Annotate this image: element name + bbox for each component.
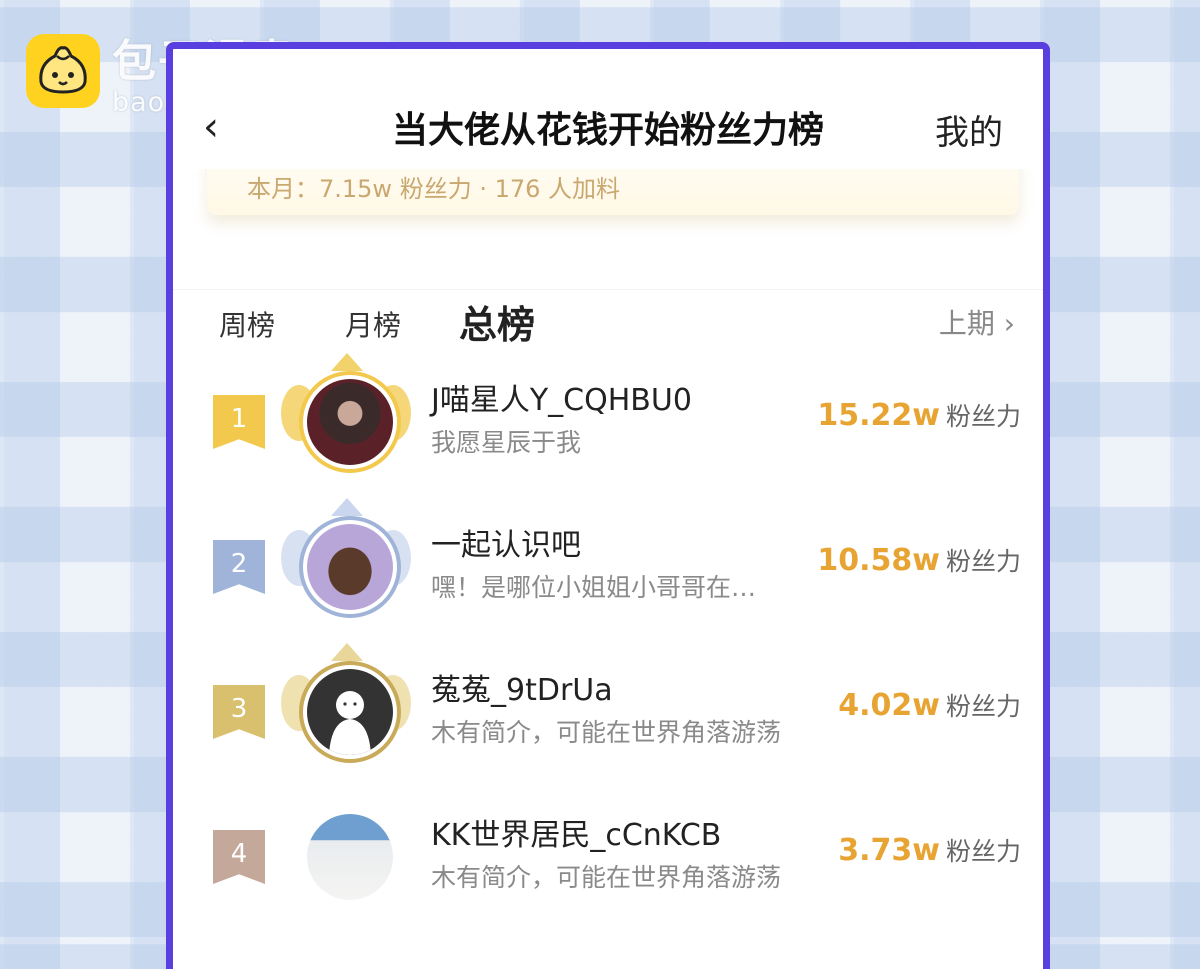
previous-period-link[interactable]: 上期 › — [939, 302, 1015, 342]
crown-icon — [331, 643, 363, 661]
rank-badge: 4 — [213, 830, 265, 884]
ghost-avatar-icon — [329, 691, 371, 755]
fan-score-unit: 粉丝力 — [945, 837, 1021, 866]
list-item[interactable]: 4 KK世界居民_cCnKCB 木有简介，可能在世界角落游荡 3.73w 粉丝力 — [173, 802, 1043, 942]
fan-score-unit: 粉丝力 — [945, 547, 1021, 576]
avatar-image — [307, 669, 393, 755]
username: 一起认识吧 — [431, 528, 581, 563]
avatar-image — [307, 524, 393, 610]
username: KK世界居民_cCnKCB — [431, 818, 722, 853]
username: 菟菟_9tDrUa — [431, 673, 613, 708]
crown-icon — [331, 498, 363, 516]
fan-score-value: 10.58w — [817, 543, 940, 578]
fan-score: 10.58w 粉丝力 — [817, 542, 1021, 578]
user-bio: 木有简介，可能在世界角落游荡 — [431, 863, 782, 892]
list-item[interactable]: 3 菟菟_9tDrUa 木有简介，可能在世界角落游荡 4.02w 粉丝力 — [173, 643, 1043, 797]
username: J喵星人Y_CQHBU0 — [431, 383, 692, 418]
list-item[interactable]: 1 J喵星人Y_CQHBU0 我愿星辰于我 15.22w 粉丝力 — [173, 353, 1043, 507]
tab-monthly[interactable]: 月榜 — [345, 304, 401, 344]
rank-badge: 2 — [213, 540, 265, 594]
user-bio: 我愿星辰于我 — [431, 428, 582, 457]
avatar-image — [307, 814, 393, 900]
tab-weekly[interactable]: 周榜 — [219, 304, 275, 344]
crown-icon — [331, 353, 363, 371]
fan-score-value: 4.02w — [838, 688, 940, 723]
fan-score: 15.22w 粉丝力 — [817, 397, 1021, 433]
mine-button[interactable]: 我的 — [935, 105, 1003, 154]
fan-score-unit: 粉丝力 — [945, 402, 1021, 431]
user-bio: 木有简介，可能在世界角落游荡 — [431, 718, 782, 747]
avatar[interactable] — [299, 371, 401, 473]
fan-score-unit: 粉丝力 — [945, 692, 1021, 721]
user-bio: 嘿！是哪位小姐姐小哥哥在… — [431, 573, 757, 602]
fan-score: 4.02w 粉丝力 — [838, 687, 1021, 723]
rank-badge: 3 — [213, 685, 265, 739]
avatar[interactable] — [299, 806, 401, 908]
fan-score: 3.73w 粉丝力 — [838, 832, 1021, 868]
avatar[interactable] — [299, 516, 401, 618]
tab-total[interactable]: 总榜 — [459, 294, 535, 349]
tab-bar: 周榜 月榜 总榜 上期 › — [173, 289, 1043, 350]
avatar-image — [307, 379, 393, 465]
fan-score-value: 3.73w — [838, 833, 940, 868]
page-title: 当大佬从花钱开始粉丝力榜 — [391, 110, 824, 151]
avatar[interactable] — [299, 661, 401, 763]
list-item[interactable]: 2 一起认识吧 嘿！是哪位小姐姐小哥哥在… 10.58w 粉丝力 — [173, 498, 1043, 652]
fan-ranking-screen: 本月：7.15w 粉丝力 · 176 人加料 ‹ 当大佬从花钱开始粉丝力榜 我的… — [166, 42, 1050, 969]
nav-bar: ‹ 当大佬从花钱开始粉丝力榜 我的 — [173, 49, 1043, 169]
rank-badge: 1 — [213, 395, 265, 449]
month-summary-text: 本月：7.15w 粉丝力 · 176 人加料 — [247, 175, 621, 203]
fan-score-value: 15.22w — [817, 398, 940, 433]
baozi-logo-icon — [26, 34, 100, 108]
